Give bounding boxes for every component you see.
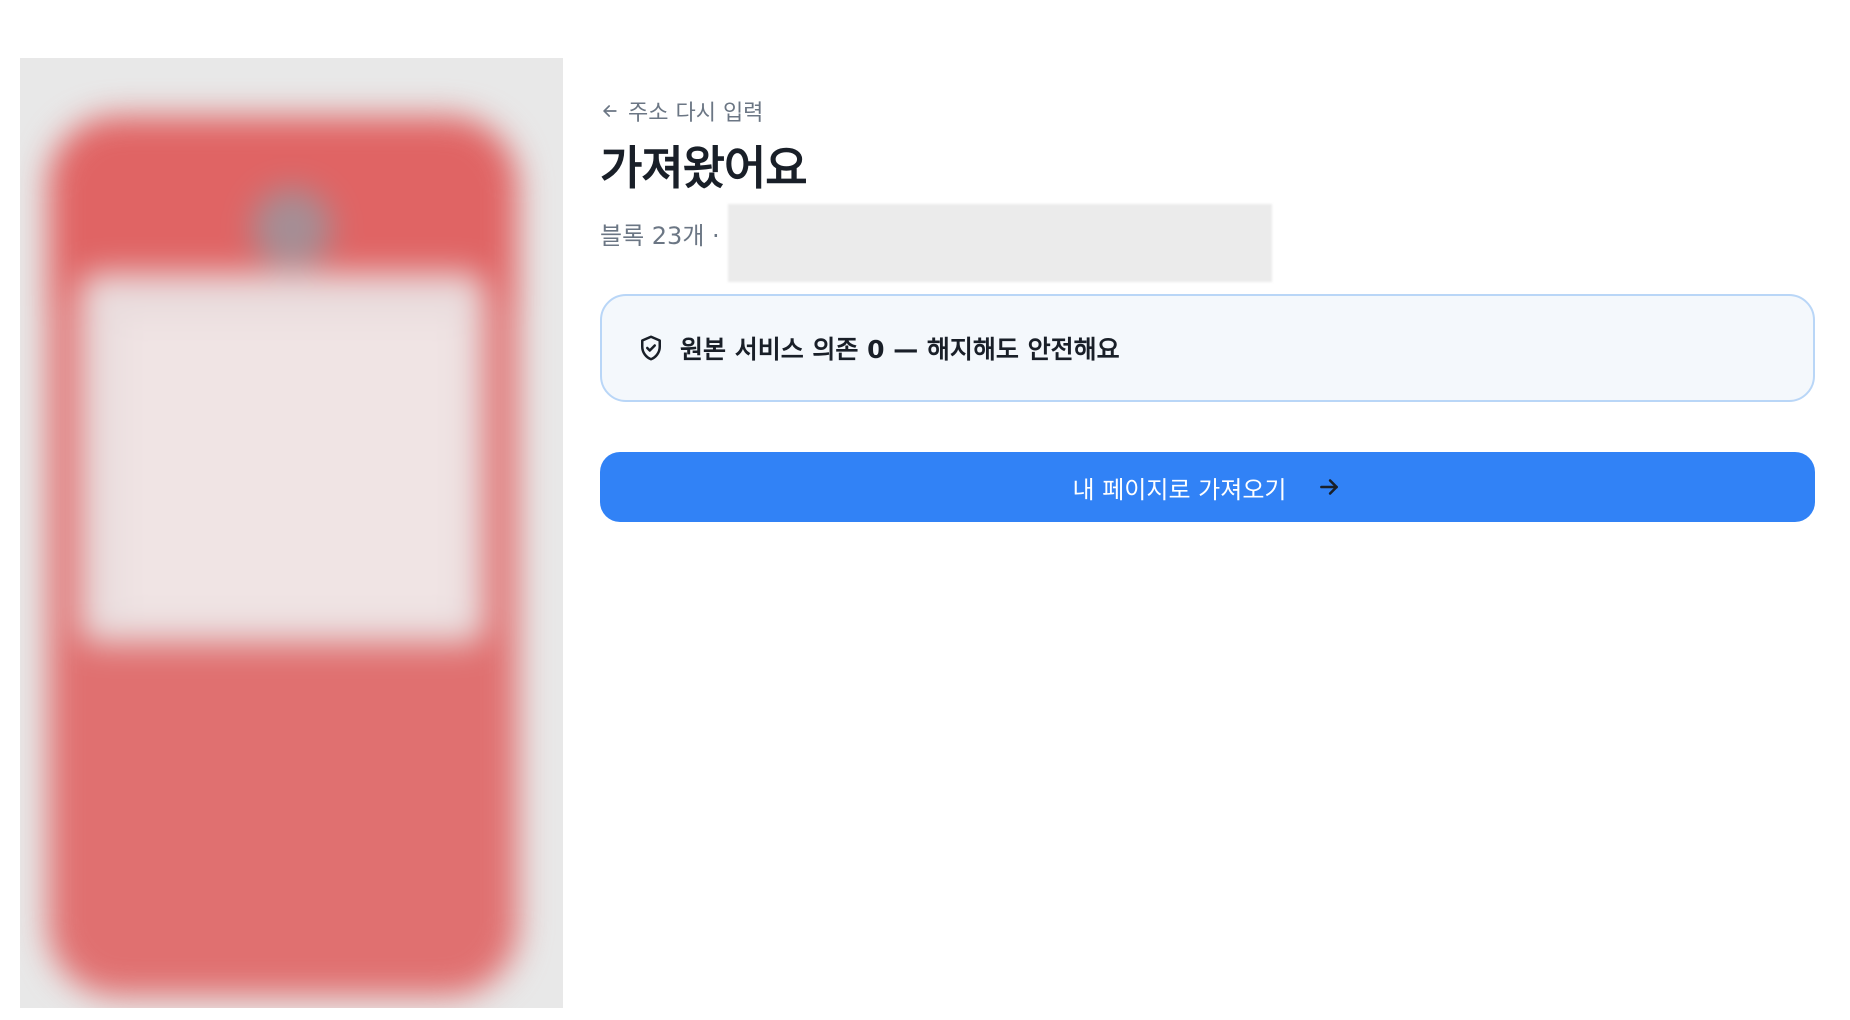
meta-row: 블록 23개 ·: [600, 202, 1815, 282]
back-link[interactable]: 주소 다시 입력: [600, 92, 763, 130]
block-count: 블록 23개 ·: [600, 222, 720, 250]
arrow-left-icon: [603, 105, 617, 117]
import-result: 주소 다시 입력 가져왔어요 블록 23개 · 원본 서비스 의존 0 — 해지…: [600, 92, 1815, 522]
shield-check-icon: [641, 335, 661, 361]
back-link-label: 주소 다시 입력: [628, 101, 764, 126]
safety-notice: 원본 서비스 의존 0 — 해지해도 안전해요: [600, 294, 1815, 402]
page-title: 가져왔어요: [600, 141, 808, 195]
safety-notice-text: 원본 서비스 의존 0 — 해지해도 안전해요: [680, 335, 1120, 364]
arrow-right-icon: [1320, 479, 1339, 495]
preview-panel-inner: [120, 318, 460, 618]
import-button-label: 내 페이지로 가져오기: [1072, 475, 1287, 504]
preview-avatar: [252, 188, 332, 268]
page-preview: [20, 58, 563, 1008]
import-to-my-page-button[interactable]: 내 페이지로 가져오기: [600, 452, 1815, 522]
app-root: 주소 다시 입력 가져왔어요 블록 23개 · 원본 서비스 의존 0 — 해지…: [0, 0, 1850, 1020]
preview-blurred-content: [20, 58, 563, 1008]
redacted-source: [728, 204, 1272, 282]
